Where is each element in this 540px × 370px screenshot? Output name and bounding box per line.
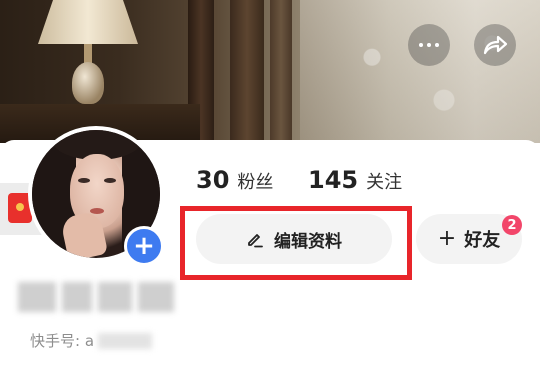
share-arrow-icon (483, 35, 508, 55)
cover-curtain (270, 0, 292, 143)
kuaishou-id-text: 快手号: a (30, 332, 95, 350)
share-button[interactable] (474, 24, 516, 66)
more-options-button[interactable] (408, 24, 450, 66)
profile-cover-image (0, 0, 540, 143)
notification-badge: 2 (502, 215, 522, 235)
kuaishou-id-redacted (98, 332, 153, 349)
cover-lamp-shade (38, 0, 138, 44)
fans-label: 粉丝 (237, 172, 274, 193)
following-label: 关注 (366, 172, 403, 193)
cover-curtain (230, 0, 264, 143)
ellipsis-icon (419, 43, 439, 47)
plus-icon: + (133, 231, 155, 261)
following-count: 145 (308, 166, 359, 194)
plus-icon: + (437, 226, 457, 251)
avatar-add-button[interactable]: + (124, 226, 164, 266)
highlight-box (180, 206, 412, 280)
add-friend-label: 好友 (464, 230, 501, 251)
following-stat[interactable]: 145 关注 (308, 166, 402, 194)
kuaishou-id[interactable]: 快手号: a (30, 330, 153, 351)
fans-count: 30 (196, 166, 230, 194)
username-redacted (18, 282, 178, 312)
fans-stat[interactable]: 30 粉丝 (196, 166, 273, 194)
cover-lamp-base (72, 62, 104, 104)
cover-window-lace (300, 0, 540, 143)
